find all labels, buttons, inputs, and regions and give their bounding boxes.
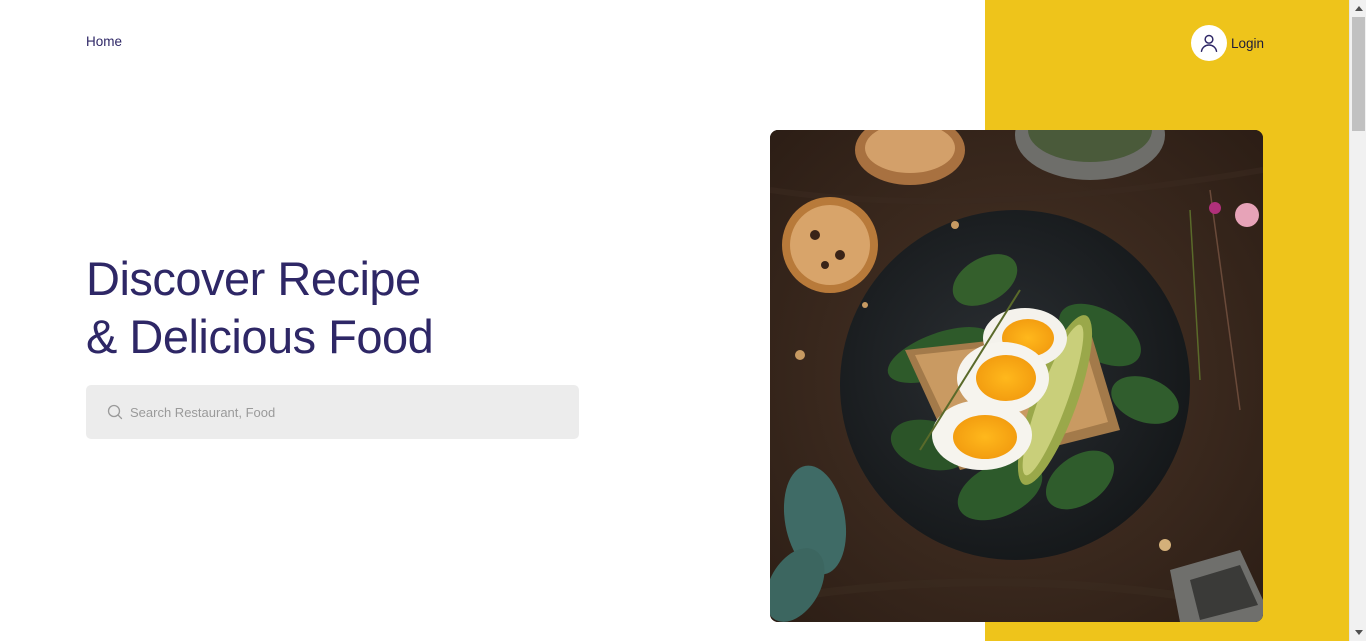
user-icon	[1191, 25, 1227, 61]
scroll-down-arrow-icon[interactable]	[1350, 624, 1366, 641]
login-button[interactable]: Login	[1191, 25, 1264, 61]
vertical-scrollbar[interactable]	[1349, 0, 1366, 641]
search-bar	[86, 385, 579, 439]
hero-title-line-1: Discover Recipe	[86, 252, 421, 305]
food-photo	[770, 130, 1263, 622]
scroll-up-arrow-icon[interactable]	[1350, 0, 1366, 17]
search-input[interactable]	[130, 404, 530, 420]
login-label: Login	[1231, 35, 1265, 51]
scrollbar-thumb[interactable]	[1352, 17, 1365, 131]
nav-home-link[interactable]: Home	[86, 34, 122, 49]
hero-title: Discover Recipe & Delicious Food	[86, 250, 434, 366]
hero-title-line-2: & Delicious Food	[86, 310, 434, 363]
search-icon	[107, 404, 123, 420]
